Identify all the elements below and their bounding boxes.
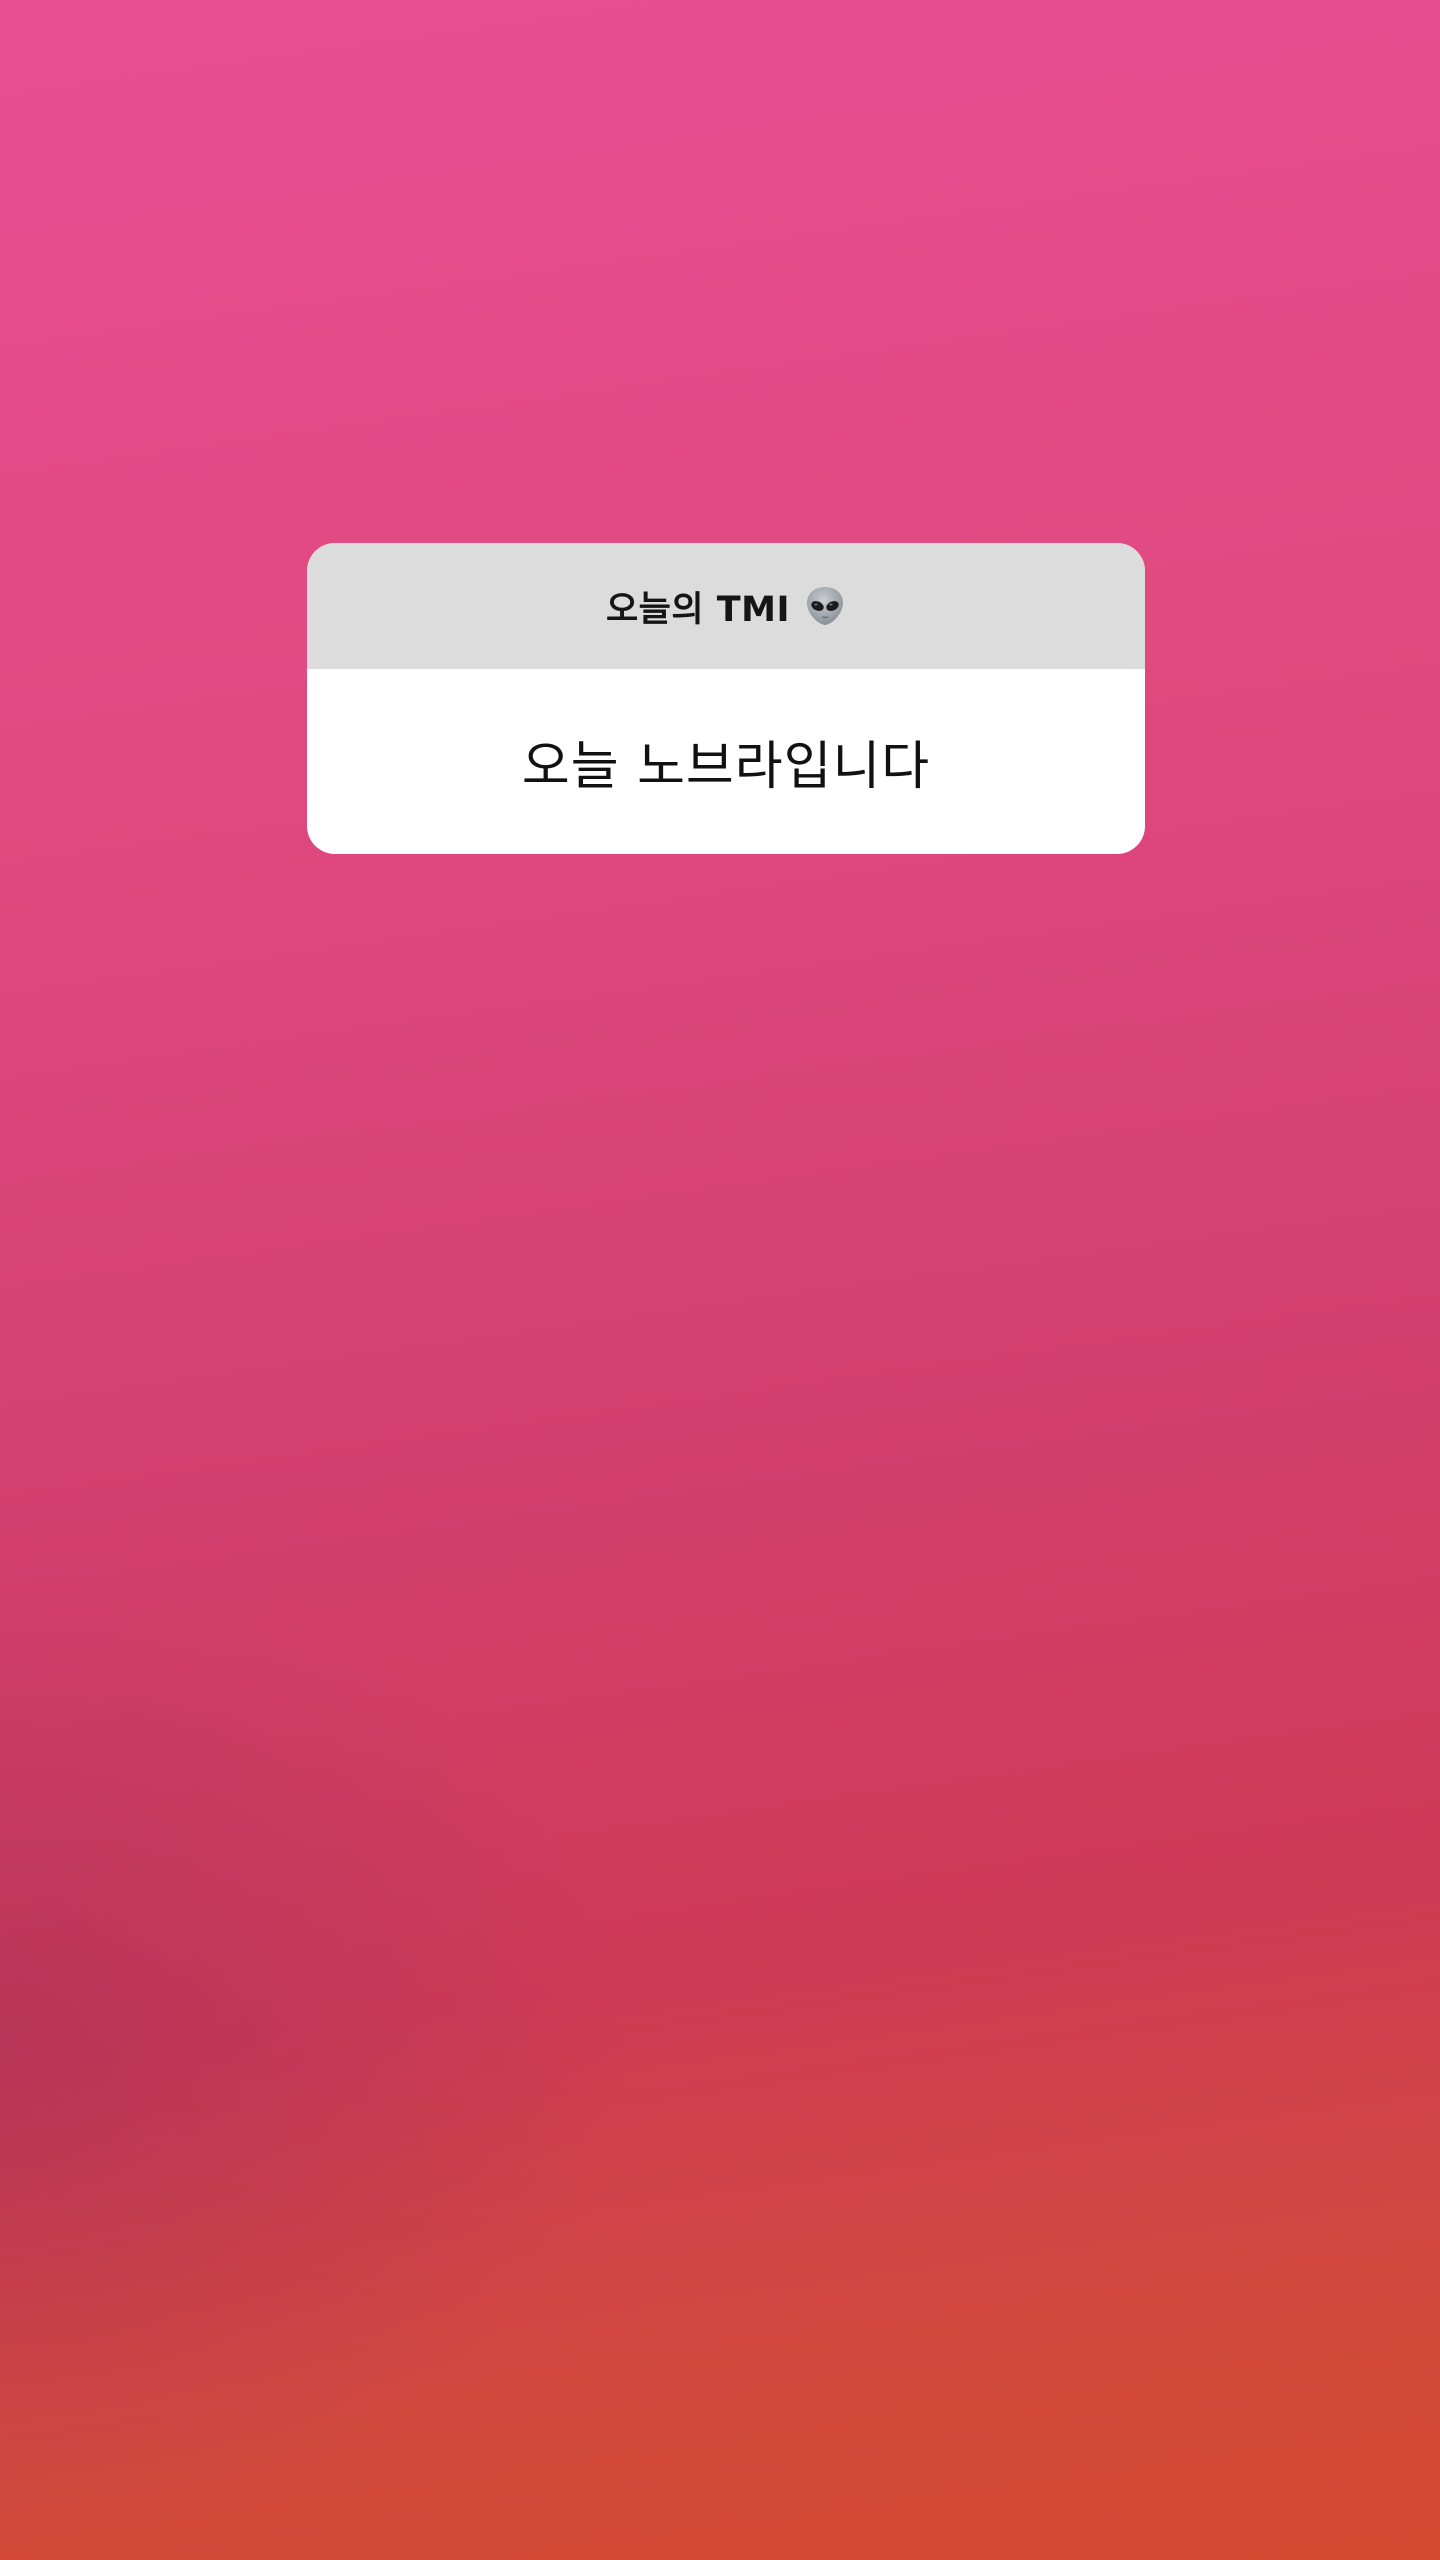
answer-text: 오늘 노브라입니다 <box>521 737 931 797</box>
question-answer-sticker[interactable]: 오늘의 TMI 오늘 노브라입니다 <box>307 543 1145 854</box>
question-text: 오늘의 TMI <box>605 589 790 630</box>
story-background <box>0 0 1440 2560</box>
alien-emoji-icon <box>804 585 846 627</box>
answer-body: 오늘 노브라입니다 <box>307 669 1145 854</box>
question-header: 오늘의 TMI <box>307 543 1145 669</box>
